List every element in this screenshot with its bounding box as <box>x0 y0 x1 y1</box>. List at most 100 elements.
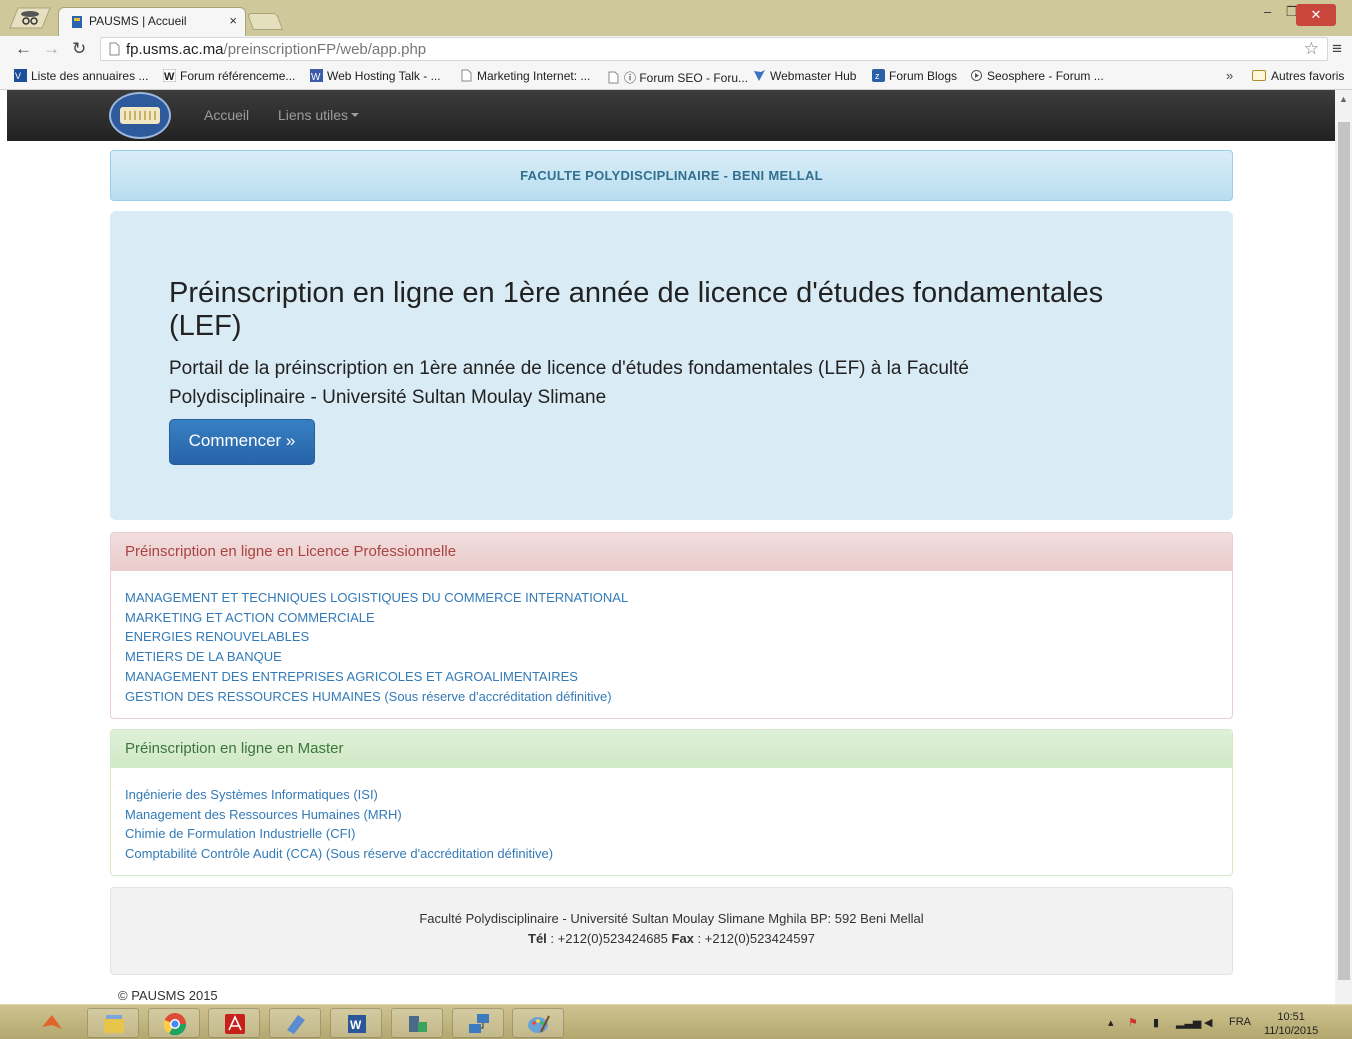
program-link[interactable]: Comptabilité Contrôle Audit (CCA) (Sous … <box>125 844 1218 864</box>
bookmarks-overflow-icon[interactable]: » <box>1226 68 1233 83</box>
paint-icon <box>528 1015 550 1033</box>
bookmark-item[interactable]: W Forum référenceme... <box>163 69 295 83</box>
page-viewport: Accueil Liens utiles FACULTE POLYDISCIPL… <box>7 90 1335 1004</box>
bookmark-favicon-icon <box>754 70 765 81</box>
taskbar-app[interactable] <box>208 1008 260 1038</box>
jumbotron: Préinscription en ligne en 1ère année de… <box>110 211 1233 520</box>
app-cube-icon <box>287 1015 305 1034</box>
window-close-icon[interactable]: ✕ <box>1296 4 1336 26</box>
tray-expand-icon[interactable]: ▴ <box>1108 1016 1114 1029</box>
taskbar-app[interactable] <box>452 1008 504 1038</box>
faculty-header: FACULTE POLYDISCIPLINAIRE - BENI MELLAL <box>110 150 1233 201</box>
panel-master: Préinscription en ligne en Master Ingéni… <box>110 729 1233 876</box>
tab-close-icon[interactable]: × <box>229 13 237 28</box>
panel-heading-master: Préinscription en ligne en Master <box>111 730 1232 768</box>
svg-text:W: W <box>164 71 175 82</box>
bookmark-item[interactable]: V Liste des annuaires ... <box>14 69 148 83</box>
network-app-icon <box>409 1016 427 1032</box>
svg-text:V: V <box>15 71 21 81</box>
signal-icon[interactable]: ▂▃▅ <box>1176 1016 1201 1029</box>
panel-licence-professionnelle: Préinscription en ligne en Licence Profe… <box>110 532 1233 719</box>
back-icon[interactable]: ← <box>15 39 32 59</box>
scroll-up-icon[interactable]: ▲ <box>1339 94 1348 104</box>
bookmark-favicon-icon: W <box>163 69 176 82</box>
bookmark-favicon-icon: V <box>14 69 27 82</box>
power-icon[interactable]: ▮ <box>1153 1016 1159 1029</box>
program-link[interactable]: Chimie de Formulation Industrielle (CFI) <box>125 824 1218 844</box>
program-link[interactable]: ENERGIES RENOUVELABLES <box>125 627 1218 647</box>
word-icon: W <box>348 1015 366 1033</box>
bookmark-item[interactable]: Seosphere - Forum ... <box>970 69 1104 83</box>
jumbotron-heading: Préinscription en ligne en 1ère année de… <box>169 277 1104 342</box>
nav-link-accueil[interactable]: Accueil <box>204 107 249 123</box>
matlab-icon <box>42 1015 62 1029</box>
acrobat-icon <box>225 1014 245 1034</box>
svg-text:W: W <box>311 72 321 82</box>
site-navbar: Accueil Liens utiles <box>7 90 1335 141</box>
panel-body-master: Ingénierie des Systèmes Informatiques (I… <box>111 768 1232 874</box>
panel-body-lp: MANAGEMENT ET TECHNIQUES LOGISTIQUES DU … <box>111 571 1232 716</box>
panel-heading-lp: Préinscription en ligne en Licence Profe… <box>111 533 1232 571</box>
taskbar-app[interactable] <box>87 1008 139 1038</box>
program-link[interactable]: MARKETING ET ACTION COMMERCIALE <box>125 608 1218 628</box>
new-tab-button[interactable] <box>246 13 284 30</box>
url-text[interactable]: fp.usms.ac.ma/preinscriptionFP/web/app.p… <box>126 41 426 58</box>
volume-icon[interactable]: ◀ <box>1204 1016 1212 1029</box>
bookmark-favicon-icon: W <box>310 69 323 82</box>
folder-icon <box>1252 70 1266 81</box>
bookmarks-bar: V Liste des annuaires ... W Forum référenc… <box>0 63 1352 90</box>
system-clock[interactable]: 10:51 11/10/2015 <box>1264 1010 1318 1038</box>
bookmark-item[interactable]: ⓘ Forum SEO - Foru... <box>607 69 748 86</box>
windows-taskbar: W ▴ ⚑ ▮ ▂▃▅ ◀ FRA 10:51 11/10/2015 <box>0 1004 1352 1039</box>
svg-text:z: z <box>875 71 880 81</box>
program-link[interactable]: Management des Ressources Humaines (MRH) <box>125 805 1218 825</box>
program-link[interactable]: METIERS DE LA BANQUE <box>125 647 1218 667</box>
footer-phone-fax: Tél : +212(0)523424685 Fax : +212(0)5234… <box>528 931 815 946</box>
browser-menu-icon[interactable]: ≡ <box>1332 39 1342 59</box>
copyright: © PAUSMS 2015 <box>118 988 218 1003</box>
program-link[interactable]: Ingénierie des Systèmes Informatiques (I… <box>125 785 1218 805</box>
bookmark-star-icon[interactable]: ☆ <box>1304 39 1319 59</box>
faculty-logo[interactable] <box>109 92 171 139</box>
browser-toolbar: ← → ↻ fp.usms.ac.ma/preinscriptionFP/web… <box>0 36 1352 63</box>
language-indicator[interactable]: FRA <box>1229 1016 1251 1028</box>
site-favicon-icon <box>72 16 82 28</box>
page-icon <box>109 42 120 56</box>
footer-address: Faculté Polydisciplinaire - Université S… <box>419 911 924 926</box>
nav-link-liens-utiles[interactable]: Liens utiles <box>278 107 360 123</box>
bookmark-favicon-icon <box>971 70 982 81</box>
svg-text:W: W <box>350 1018 362 1032</box>
bookmark-item[interactable]: z Forum Blogs <box>872 69 957 83</box>
network-computers-icon <box>469 1014 489 1033</box>
minimize-icon[interactable]: – <box>1264 4 1271 19</box>
taskbar-app[interactable] <box>148 1008 200 1038</box>
page-scrollbar[interactable]: ▲ <box>1335 90 1352 1004</box>
bookmark-item[interactable]: Webmaster Hub <box>753 69 856 83</box>
program-link[interactable]: MANAGEMENT ET TECHNIQUES LOGISTIQUES DU … <box>125 588 1218 608</box>
taskbar-app[interactable] <box>512 1008 564 1038</box>
reload-icon[interactable]: ↻ <box>72 39 86 59</box>
bookmark-page-icon <box>608 71 619 84</box>
footer-contact: Faculté Polydisciplinaire - Université S… <box>110 887 1233 975</box>
program-link[interactable]: GESTION DES RESSOURCES HUMAINES (Sous ré… <box>125 687 1218 707</box>
taskbar-app[interactable] <box>391 1008 443 1038</box>
scroll-thumb[interactable] <box>1338 122 1350 980</box>
taskbar-app[interactable] <box>269 1008 321 1038</box>
file-explorer-icon <box>104 1015 124 1033</box>
address-bar[interactable]: fp.usms.ac.ma/preinscriptionFP/web/app.p… <box>100 37 1328 61</box>
jumbotron-lead: Portail de la préinscription en 1ère ann… <box>169 358 969 408</box>
taskbar-app[interactable] <box>26 1008 78 1038</box>
bookmark-item[interactable]: Marketing Internet: ... <box>460 69 590 83</box>
taskbar-app[interactable]: W <box>330 1008 382 1038</box>
incognito-user-icon[interactable] <box>8 6 52 30</box>
browser-tab[interactable]: PAUSMS | Accueil × <box>58 7 246 36</box>
bookmark-item[interactable]: W Web Hosting Talk - ... <box>310 69 441 83</box>
commencer-button[interactable]: Commencer » <box>169 419 315 465</box>
other-bookmarks-folder[interactable]: Autres favoris <box>1252 69 1344 83</box>
program-link[interactable]: MANAGEMENT DES ENTREPRISES AGRICOLES ET … <box>125 667 1218 687</box>
forward-icon[interactable]: → <box>43 39 60 59</box>
browser-titlebar: PAUSMS | Accueil × – ❐ ✕ <box>0 0 1352 36</box>
bookmark-favicon-icon: z <box>872 69 885 82</box>
chrome-icon <box>163 1013 187 1036</box>
action-center-flag-icon[interactable]: ⚑ <box>1128 1016 1138 1029</box>
